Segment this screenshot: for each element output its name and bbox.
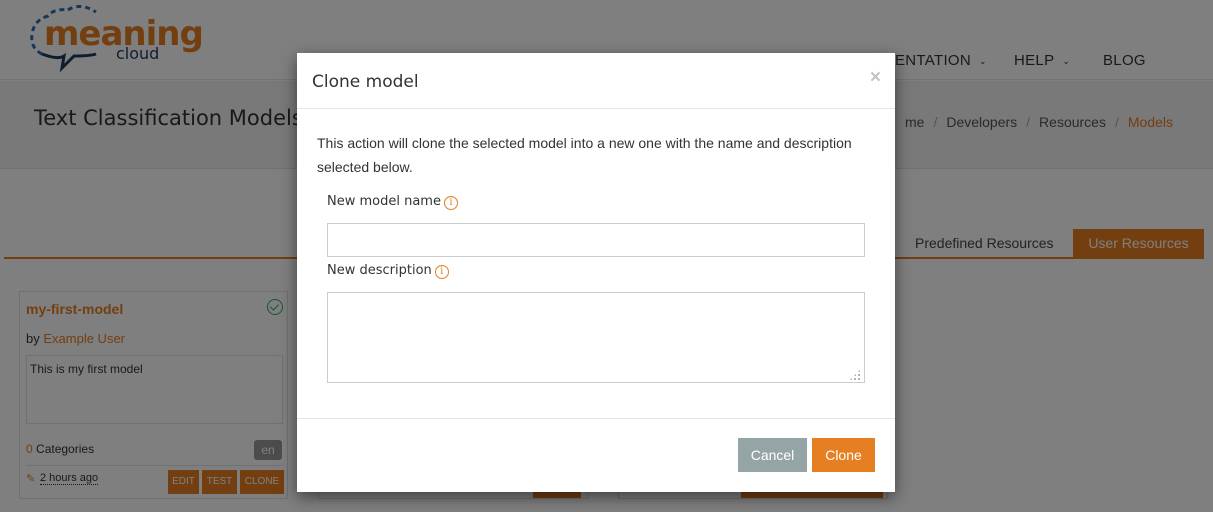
- new-model-name-input[interactable]: [327, 223, 865, 257]
- description-label-text: New description: [327, 263, 432, 278]
- modal-description: This action will clone the selected mode…: [317, 135, 852, 175]
- close-icon[interactable]: ×: [870, 67, 881, 89]
- model-name-label-text: New model name: [327, 194, 441, 209]
- modal-title: Clone model: [312, 72, 419, 92]
- clone-model-dialog: Clone model × This action will clone the…: [297, 53, 895, 492]
- clone-confirm-button[interactable]: Clone: [812, 438, 875, 472]
- cancel-button[interactable]: Cancel: [738, 438, 807, 472]
- info-icon[interactable]: i: [434, 265, 449, 279]
- description-label: New description i: [327, 263, 449, 279]
- info-icon[interactable]: i: [443, 196, 458, 210]
- modal-header: Clone model ×: [297, 53, 895, 109]
- model-name-label: New model name i: [327, 194, 458, 210]
- modal-footer-divider: [297, 418, 895, 419]
- new-description-textarea[interactable]: [327, 292, 865, 383]
